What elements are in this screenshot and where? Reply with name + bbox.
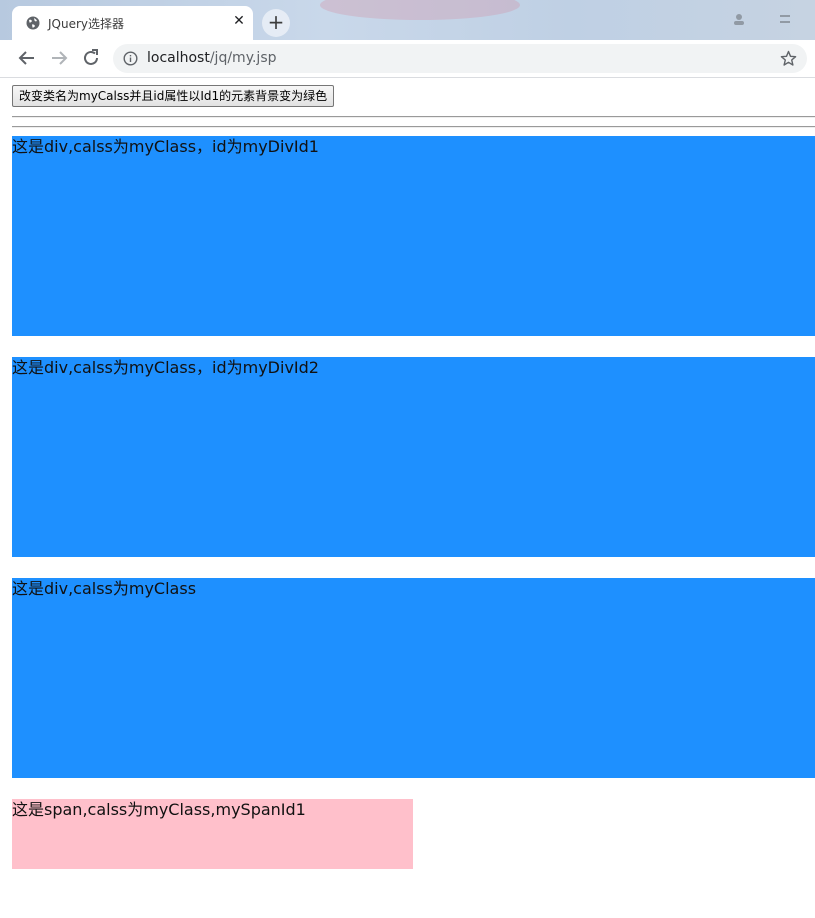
reload-icon[interactable] <box>79 46 103 70</box>
span-text: 这是span,calss为myClass,mySpanId1 <box>12 800 306 819</box>
horizontal-rule <box>12 126 815 128</box>
background-blur <box>320 0 520 20</box>
change-background-button[interactable]: 改变类名为myCalss并且id属性以Id1的元素背景变为绿色 <box>12 85 335 107</box>
close-tab-icon[interactable]: ✕ <box>230 12 248 30</box>
div-text: 这是div,calss为myClass，id为myDivId1 <box>12 137 319 156</box>
url-host: localhost <box>147 50 210 66</box>
tab-strip: JQuery选择器 ✕ + <box>0 0 815 40</box>
address-bar[interactable]: localhost/jq/my.jsp <box>113 44 807 73</box>
browser-toolbar: localhost/jq/my.jsp <box>0 40 815 78</box>
globe-icon <box>26 16 40 30</box>
div-text: 这是div,calss为myClass，id为myDivId2 <box>12 358 319 377</box>
tab-title: JQuery选择器 <box>48 17 125 31</box>
browser-tab[interactable]: JQuery选择器 ✕ <box>12 6 253 40</box>
profile-icon <box>734 14 744 25</box>
url-text: localhost/jq/my.jsp <box>147 50 277 66</box>
arrow-left-icon[interactable] <box>15 46 39 70</box>
div-myClass: 这是div,calss为myClass <box>12 578 815 778</box>
url-path: /jq/my.jsp <box>209 50 277 66</box>
span-mySpanId1: 这是span,calss为myClass,mySpanId1 <box>12 799 413 869</box>
horizontal-rule <box>12 116 815 118</box>
page-content: 改变类名为myCalss并且id属性以Id1的元素背景变为绿色 这是div,ca… <box>0 78 815 918</box>
new-tab-button[interactable]: + <box>262 9 290 37</box>
div-myDivId2: 这是div,calss为myClass，id为myDivId2 <box>12 357 815 557</box>
info-icon[interactable] <box>123 51 138 66</box>
menu-icon <box>780 15 790 23</box>
div-myDivId1: 这是div,calss为myClass，id为myDivId1 <box>12 136 815 336</box>
arrow-right-icon[interactable] <box>47 46 71 70</box>
div-text: 这是div,calss为myClass <box>12 579 197 598</box>
star-icon[interactable] <box>780 50 797 67</box>
